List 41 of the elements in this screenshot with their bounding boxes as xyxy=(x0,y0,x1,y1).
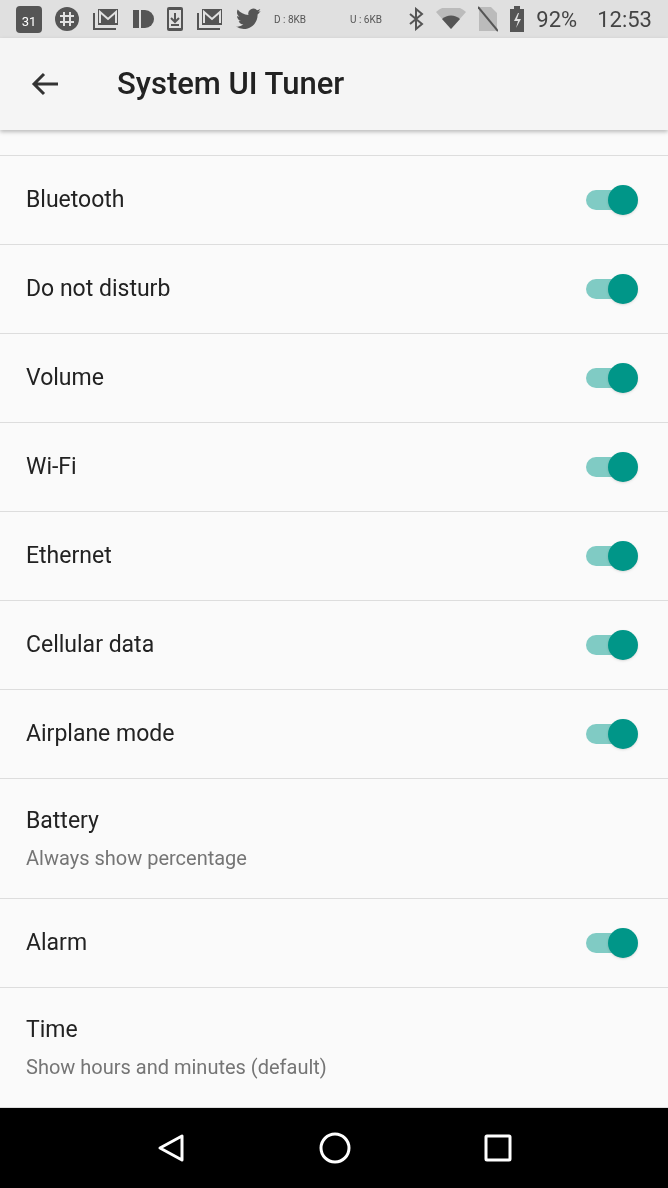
recents-icon[interactable] xyxy=(483,1134,512,1162)
calendar-icon: 31 xyxy=(16,5,42,33)
setting-title: Alarm xyxy=(26,927,89,958)
download-icon xyxy=(166,6,184,32)
setting-title: Battery xyxy=(26,806,100,837)
setting-title: Ethernet xyxy=(26,540,113,571)
pill-icon xyxy=(132,8,154,30)
back-icon xyxy=(31,72,59,96)
setting-row[interactable]: Cellular data xyxy=(0,601,668,690)
upload-speed: U : 6KB xyxy=(350,12,383,27)
setting-title: Time xyxy=(26,1015,79,1046)
setting-row[interactable]: Airplane mode xyxy=(0,690,668,779)
home-icon[interactable] xyxy=(319,1132,351,1164)
setting-summary: Show hours and minutes (default) xyxy=(26,1053,328,1081)
setting-row[interactable]: Do not disturb xyxy=(0,245,668,334)
setting-row[interactable]: Volume xyxy=(0,334,668,423)
battery-percentage: 92% xyxy=(536,5,578,34)
setting-row[interactable]: Wi-Fi xyxy=(0,423,668,512)
screen-title: System UI Tuner xyxy=(117,63,345,104)
setting-title: Airplane mode xyxy=(26,718,176,749)
hash-icon xyxy=(54,6,80,32)
no-sim-icon xyxy=(478,6,499,32)
setting-row[interactable]: Bluetooth xyxy=(0,156,668,245)
bird-icon xyxy=(236,8,262,30)
bluetooth-icon xyxy=(408,7,425,31)
back-nav-icon[interactable] xyxy=(156,1133,187,1163)
setting-row[interactable]: Alarm xyxy=(0,899,668,988)
setting-row[interactable]: Battery Always show percentage xyxy=(0,779,668,899)
setting-title: Bluetooth xyxy=(26,184,126,215)
wifi-icon xyxy=(436,8,467,30)
setting-title: Cellular data xyxy=(26,629,156,660)
battery-icon xyxy=(510,6,525,32)
setting-title: Wi-Fi xyxy=(26,451,78,482)
mail-icon xyxy=(92,7,120,31)
setting-row[interactable]: Ethernet xyxy=(0,512,668,601)
download-speed: D : 8KB xyxy=(274,12,308,27)
mail-icon xyxy=(196,7,224,31)
setting-title: Volume xyxy=(26,362,105,393)
clock: 12:53 xyxy=(597,5,652,34)
setting-summary: Always show percentage xyxy=(26,844,248,872)
setting-title: Do not disturb xyxy=(26,273,172,304)
